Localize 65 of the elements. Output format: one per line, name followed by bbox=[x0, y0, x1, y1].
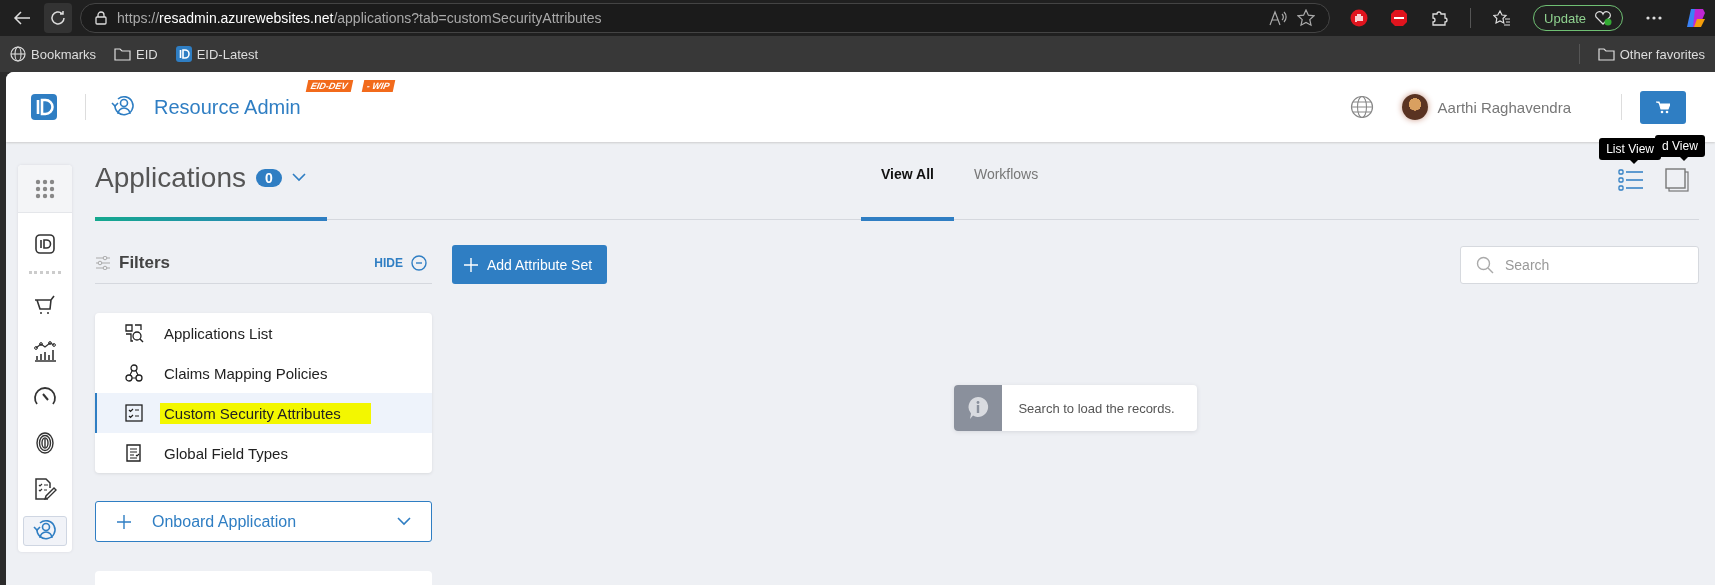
folder-icon bbox=[1597, 47, 1615, 61]
lock-icon bbox=[95, 11, 108, 25]
bookmark-folder[interactable]: Other favorites bbox=[1597, 46, 1705, 62]
page-title: Applications bbox=[95, 161, 246, 194]
filter-item[interactable]: Claims Mapping Policies bbox=[95, 353, 432, 393]
avatar bbox=[1401, 94, 1428, 120]
env-badge: EID-DEV bbox=[305, 80, 353, 92]
url-text: https://resadmin.azurewebsites.net/applications?tab=customSecurityAttributes bbox=[117, 10, 603, 26]
document-pen-icon bbox=[33, 477, 57, 501]
count-badge: 0 bbox=[256, 168, 282, 187]
more-icon[interactable] bbox=[1645, 15, 1663, 21]
checklist-icon bbox=[124, 403, 144, 423]
message-text: Search to load the records. bbox=[1017, 399, 1176, 418]
copilot-icon[interactable] bbox=[1685, 7, 1707, 29]
puzzle-icon[interactable] bbox=[1430, 9, 1449, 27]
fingerprint-icon bbox=[34, 431, 56, 455]
filter-item[interactable]: Custom Security Attributes bbox=[95, 393, 432, 433]
globe-icon[interactable] bbox=[1349, 95, 1374, 119]
bookmark[interactable]: EID bbox=[114, 46, 158, 62]
env-badge: - WIP bbox=[362, 80, 396, 92]
sliders-icon bbox=[95, 255, 111, 270]
person-refresh-icon bbox=[110, 95, 136, 119]
form-icon bbox=[124, 443, 144, 463]
plus-icon bbox=[116, 513, 132, 530]
refresh-icon bbox=[50, 10, 67, 26]
search-field[interactable]: Search bbox=[1460, 245, 1699, 284]
chart-icon bbox=[33, 339, 57, 363]
hand-stop-icon[interactable] bbox=[1350, 9, 1369, 27]
favorites-icon[interactable] bbox=[1493, 9, 1512, 27]
heart-icon bbox=[1594, 10, 1612, 26]
cart-icon bbox=[33, 294, 57, 316]
id-logo-icon[interactable] bbox=[31, 94, 57, 120]
info-icon bbox=[967, 396, 990, 420]
bookmark[interactable]: Bookmarks bbox=[10, 46, 97, 62]
chevron-down-icon bbox=[397, 517, 411, 526]
user-menu[interactable]: Aarthi Raghavendra bbox=[1401, 94, 1571, 120]
read-aloud-icon[interactable] bbox=[1269, 10, 1288, 26]
back-arrow-icon bbox=[13, 10, 31, 26]
plus-icon bbox=[464, 257, 478, 272]
dots-grid-icon[interactable] bbox=[35, 178, 55, 199]
nodes-icon bbox=[124, 363, 144, 383]
id-logo-icon bbox=[175, 46, 192, 62]
add-attribute-set-button[interactable]: Add Attribute Set bbox=[452, 245, 608, 284]
minus-circle-icon bbox=[411, 254, 427, 271]
id-icon bbox=[34, 233, 56, 255]
filters-heading: Filters bbox=[119, 252, 171, 273]
bookmark[interactable]: EID-Latest bbox=[175, 46, 259, 62]
hide-button[interactable]: HIDE bbox=[374, 254, 427, 271]
filter-item[interactable]: Global Field Types bbox=[95, 433, 432, 473]
star-icon[interactable] bbox=[1297, 9, 1316, 27]
person-refresh-icon bbox=[32, 519, 58, 543]
address-bar[interactable]: https://resadmin.azurewebsites.net/applications?tab=customSecurityAttributes bbox=[80, 3, 1331, 33]
cart-button[interactable] bbox=[1640, 90, 1686, 124]
cart-icon bbox=[1656, 100, 1670, 114]
app-title: Resource Admin bbox=[154, 95, 301, 119]
magnifier-grid-icon bbox=[124, 323, 144, 343]
onboard-button[interactable]: Onboard Application bbox=[95, 501, 432, 542]
filter-item[interactable]: Applications List bbox=[95, 313, 432, 353]
globe-icon bbox=[10, 46, 26, 62]
tab[interactable]: View All bbox=[861, 142, 954, 221]
refresh-button[interactable] bbox=[44, 3, 73, 33]
adblock-icon[interactable] bbox=[1390, 9, 1409, 27]
chevron-down-icon[interactable] bbox=[291, 173, 306, 182]
folder-icon bbox=[114, 47, 132, 61]
tab[interactable]: Workflows bbox=[953, 142, 1059, 221]
